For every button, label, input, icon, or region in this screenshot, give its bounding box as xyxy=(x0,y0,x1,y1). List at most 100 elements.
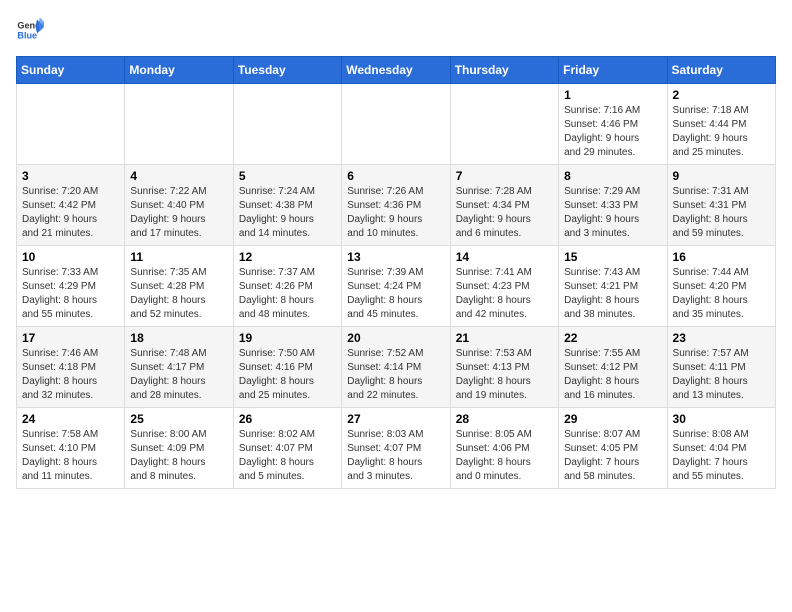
day-info: Sunrise: 8:05 AM Sunset: 4:06 PM Dayligh… xyxy=(456,428,553,484)
day-info: Sunrise: 8:02 AM Sunset: 4:07 PM Dayligh… xyxy=(239,428,336,484)
day-info: Sunrise: 7:28 AM Sunset: 4:34 PM Dayligh… xyxy=(456,185,553,241)
header: General Blue xyxy=(16,16,776,44)
calendar-day-cell: 28 Sunrise: 8:05 AM Sunset: 4:06 PM Dayli… xyxy=(450,408,558,489)
calendar-day-cell: 24 Sunrise: 7:58 AM Sunset: 4:10 PM Dayli… xyxy=(17,408,125,489)
day-number: 4 xyxy=(130,169,227,183)
day-number: 7 xyxy=(456,169,553,183)
day-info: Sunrise: 7:29 AM Sunset: 4:33 PM Dayligh… xyxy=(564,185,661,241)
day-info: Sunrise: 7:31 AM Sunset: 4:31 PM Dayligh… xyxy=(673,185,770,241)
day-info: Sunrise: 8:08 AM Sunset: 4:04 PM Dayligh… xyxy=(673,428,770,484)
calendar-week-row: 1 Sunrise: 7:16 AM Sunset: 4:46 PM Daylig… xyxy=(17,84,776,165)
svg-text:Blue: Blue xyxy=(17,30,37,40)
calendar-day-cell: 10Sunrise: 7:33 AM Sunset: 4:29 PM Dayli… xyxy=(17,246,125,327)
day-number: 3 xyxy=(22,169,119,183)
calendar-day-cell: 15 Sunrise: 7:43 AM Sunset: 4:21 PM Dayli… xyxy=(559,246,667,327)
day-info: Sunrise: 7:33 AM Sunset: 4:29 PM Dayligh… xyxy=(22,266,119,322)
day-info: Sunrise: 7:55 AM Sunset: 4:12 PM Dayligh… xyxy=(564,347,661,403)
calendar-day-cell: 22 Sunrise: 7:55 AM Sunset: 4:12 PM Dayli… xyxy=(559,327,667,408)
day-info: Sunrise: 7:50 AM Sunset: 4:16 PM Dayligh… xyxy=(239,347,336,403)
calendar-day-cell: 4Sunrise: 7:22 AM Sunset: 4:40 PM Daylig… xyxy=(125,165,233,246)
day-info: Sunrise: 8:07 AM Sunset: 4:05 PM Dayligh… xyxy=(564,428,661,484)
calendar-day-cell: 3 Sunrise: 7:20 AM Sunset: 4:42 PM Daylig… xyxy=(17,165,125,246)
day-info: Sunrise: 7:57 AM Sunset: 4:11 PM Dayligh… xyxy=(673,347,770,403)
day-info: Sunrise: 7:52 AM Sunset: 4:14 PM Dayligh… xyxy=(347,347,444,403)
calendar-day-cell: 23 Sunrise: 7:57 AM Sunset: 4:11 PM Dayli… xyxy=(667,327,775,408)
day-number: 14 xyxy=(456,250,553,264)
day-info: Sunrise: 7:58 AM Sunset: 4:10 PM Dayligh… xyxy=(22,428,119,484)
day-number: 5 xyxy=(239,169,336,183)
day-info: Sunrise: 7:37 AM Sunset: 4:26 PM Dayligh… xyxy=(239,266,336,322)
day-number: 21 xyxy=(456,331,553,345)
calendar-day-cell: 9 Sunrise: 7:31 AM Sunset: 4:31 PM Daylig… xyxy=(667,165,775,246)
calendar-day-cell: 2 Sunrise: 7:18 AM Sunset: 4:44 PM Daylig… xyxy=(667,84,775,165)
day-number: 8 xyxy=(564,169,661,183)
calendar-week-row: 24 Sunrise: 7:58 AM Sunset: 4:10 PM Dayli… xyxy=(17,408,776,489)
day-info: Sunrise: 8:00 AM Sunset: 4:09 PM Dayligh… xyxy=(130,428,227,484)
calendar-day-cell: 8 Sunrise: 7:29 AM Sunset: 4:33 PM Daylig… xyxy=(559,165,667,246)
calendar-day-cell: 14 Sunrise: 7:41 AM Sunset: 4:23 PM Dayli… xyxy=(450,246,558,327)
day-number: 29 xyxy=(564,412,661,426)
day-info: Sunrise: 7:20 AM Sunset: 4:42 PM Dayligh… xyxy=(22,185,119,241)
calendar-day-cell xyxy=(342,84,450,165)
calendar-day-cell: 18 Sunrise: 7:48 AM Sunset: 4:17 PM Dayli… xyxy=(125,327,233,408)
day-number: 9 xyxy=(673,169,770,183)
calendar-day-cell: 20 Sunrise: 7:52 AM Sunset: 4:14 PM Dayli… xyxy=(342,327,450,408)
calendar-week-row: 10Sunrise: 7:33 AM Sunset: 4:29 PM Dayli… xyxy=(17,246,776,327)
day-number: 2 xyxy=(673,88,770,102)
day-number: 26 xyxy=(239,412,336,426)
day-info: Sunrise: 7:41 AM Sunset: 4:23 PM Dayligh… xyxy=(456,266,553,322)
calendar-day-cell: 12 Sunrise: 7:37 AM Sunset: 4:26 PM Dayli… xyxy=(233,246,341,327)
day-number: 28 xyxy=(456,412,553,426)
calendar: SundayMondayTuesdayWednesdayThursdayFrid… xyxy=(16,56,776,489)
calendar-day-cell: 26 Sunrise: 8:02 AM Sunset: 4:07 PM Dayli… xyxy=(233,408,341,489)
calendar-day-cell: 5 Sunrise: 7:24 AM Sunset: 4:38 PM Daylig… xyxy=(233,165,341,246)
day-info: Sunrise: 7:44 AM Sunset: 4:20 PM Dayligh… xyxy=(673,266,770,322)
calendar-day-cell: 27Sunrise: 8:03 AM Sunset: 4:07 PM Dayli… xyxy=(342,408,450,489)
weekday-header: Monday xyxy=(125,57,233,84)
day-number: 16 xyxy=(673,250,770,264)
day-number: 11 xyxy=(130,250,227,264)
day-info: Sunrise: 7:16 AM Sunset: 4:46 PM Dayligh… xyxy=(564,104,661,160)
day-number: 20 xyxy=(347,331,444,345)
day-number: 25 xyxy=(130,412,227,426)
calendar-day-cell: 21 Sunrise: 7:53 AM Sunset: 4:13 PM Dayli… xyxy=(450,327,558,408)
day-info: Sunrise: 7:24 AM Sunset: 4:38 PM Dayligh… xyxy=(239,185,336,241)
day-number: 22 xyxy=(564,331,661,345)
weekday-header: Saturday xyxy=(667,57,775,84)
day-info: Sunrise: 7:39 AM Sunset: 4:24 PM Dayligh… xyxy=(347,266,444,322)
calendar-week-row: 17 Sunrise: 7:46 AM Sunset: 4:18 PM Dayli… xyxy=(17,327,776,408)
day-info: Sunrise: 7:43 AM Sunset: 4:21 PM Dayligh… xyxy=(564,266,661,322)
day-info: Sunrise: 7:53 AM Sunset: 4:13 PM Dayligh… xyxy=(456,347,553,403)
calendar-day-cell: 19 Sunrise: 7:50 AM Sunset: 4:16 PM Dayli… xyxy=(233,327,341,408)
day-number: 6 xyxy=(347,169,444,183)
day-info: Sunrise: 8:03 AM Sunset: 4:07 PM Dayligh… xyxy=(347,428,444,484)
day-number: 24 xyxy=(22,412,119,426)
logo-icon: General Blue xyxy=(16,16,44,44)
calendar-week-row: 3 Sunrise: 7:20 AM Sunset: 4:42 PM Daylig… xyxy=(17,165,776,246)
day-number: 18 xyxy=(130,331,227,345)
weekday-header: Thursday xyxy=(450,57,558,84)
day-number: 17 xyxy=(22,331,119,345)
day-info: Sunrise: 7:46 AM Sunset: 4:18 PM Dayligh… xyxy=(22,347,119,403)
calendar-day-cell: 7 Sunrise: 7:28 AM Sunset: 4:34 PM Daylig… xyxy=(450,165,558,246)
weekday-header: Wednesday xyxy=(342,57,450,84)
weekday-header: Friday xyxy=(559,57,667,84)
calendar-day-cell: 30Sunrise: 8:08 AM Sunset: 4:04 PM Dayli… xyxy=(667,408,775,489)
weekday-header: Sunday xyxy=(17,57,125,84)
calendar-day-cell: 17 Sunrise: 7:46 AM Sunset: 4:18 PM Dayli… xyxy=(17,327,125,408)
calendar-day-cell xyxy=(450,84,558,165)
calendar-day-cell: 25 Sunrise: 8:00 AM Sunset: 4:09 PM Dayli… xyxy=(125,408,233,489)
day-info: Sunrise: 7:35 AM Sunset: 4:28 PM Dayligh… xyxy=(130,266,227,322)
day-number: 1 xyxy=(564,88,661,102)
day-number: 23 xyxy=(673,331,770,345)
day-number: 15 xyxy=(564,250,661,264)
calendar-day-cell xyxy=(17,84,125,165)
day-number: 12 xyxy=(239,250,336,264)
day-info: Sunrise: 7:48 AM Sunset: 4:17 PM Dayligh… xyxy=(130,347,227,403)
calendar-day-cell: 13Sunrise: 7:39 AM Sunset: 4:24 PM Dayli… xyxy=(342,246,450,327)
calendar-day-cell xyxy=(233,84,341,165)
calendar-day-cell: 29 Sunrise: 8:07 AM Sunset: 4:05 PM Dayli… xyxy=(559,408,667,489)
day-number: 19 xyxy=(239,331,336,345)
day-info: Sunrise: 7:26 AM Sunset: 4:36 PM Dayligh… xyxy=(347,185,444,241)
day-info: Sunrise: 7:18 AM Sunset: 4:44 PM Dayligh… xyxy=(673,104,770,160)
